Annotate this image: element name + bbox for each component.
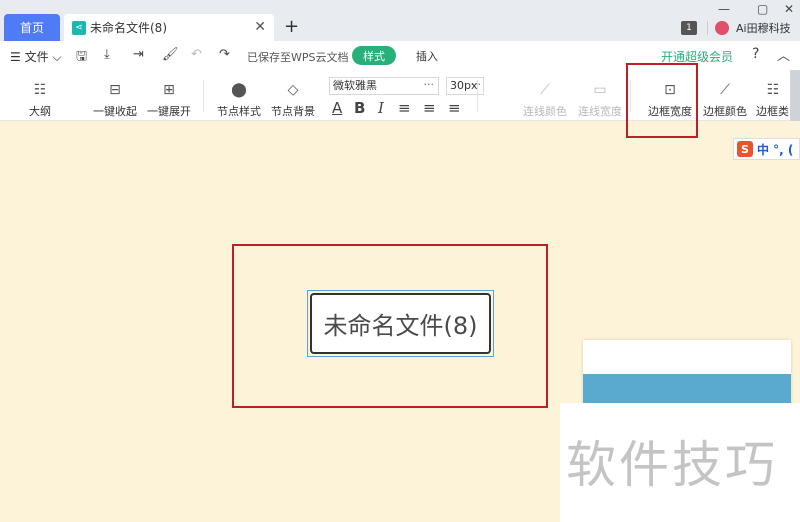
expand-all-button[interactable]: ⊞ 一键展开 xyxy=(146,70,192,121)
avatar[interactable] xyxy=(715,21,729,35)
undo-icon[interactable]: ↶ xyxy=(191,47,202,62)
add-tab-icon[interactable]: + xyxy=(284,16,299,37)
border-color-icon: ⟋ xyxy=(720,82,730,98)
window-close-icon[interactable]: ✕ xyxy=(784,2,794,16)
highlight-border-width xyxy=(626,63,698,138)
collapse-icon: ⊟ xyxy=(109,82,121,98)
border-color-button[interactable]: ⟋ 边框颜色 xyxy=(702,70,748,121)
tab-style[interactable]: 样式 xyxy=(352,46,396,65)
collapse-ribbon-icon[interactable]: ︿ xyxy=(777,45,790,64)
align-right-icon[interactable]: ≡ xyxy=(448,99,461,117)
panel-header xyxy=(583,374,791,404)
outline-icon: ☷ xyxy=(33,82,47,98)
tab-document[interactable]: ⋖ 未命名文件(8) ✕ xyxy=(64,14,274,41)
mindmap-icon: ⋖ xyxy=(72,20,86,35)
line-color-button[interactable]: ⟋ 连线颜色 xyxy=(522,70,568,121)
help-icon[interactable]: ? xyxy=(752,46,759,62)
line-width-button[interactable]: ▭ 连线宽度 xyxy=(577,70,623,121)
export-icon[interactable]: ⇥ xyxy=(133,47,144,62)
border-type-button[interactable]: ☷ 边框类 xyxy=(756,70,790,121)
node-style-icon: ⬤ xyxy=(231,82,247,98)
toolbar-scroll[interactable] xyxy=(790,70,800,121)
divider xyxy=(477,80,478,112)
user-name[interactable]: Ai田穆科技 xyxy=(736,20,791,36)
expand-icon: ⊞ xyxy=(163,82,175,98)
align-left-icon[interactable]: ≡ xyxy=(398,99,411,117)
outline-button[interactable]: ☷ 大纲 xyxy=(24,70,56,121)
tab-document-label: 未命名文件(8) xyxy=(90,21,167,35)
divider xyxy=(707,21,708,35)
format-painter-icon[interactable]: 🖌 xyxy=(162,47,179,62)
tab-insert[interactable]: 插入 xyxy=(416,48,438,64)
font-family-select[interactable]: 微软雅黑 ··· xyxy=(329,77,439,95)
download-icon[interactable]: ⤓ xyxy=(104,47,110,62)
node-background-button[interactable]: ◇ 节点背景 xyxy=(270,70,316,121)
ime-toolbar[interactable]: S 中 °, ( xyxy=(733,138,800,160)
redo-icon[interactable]: ↷ xyxy=(219,47,230,62)
close-tab-icon[interactable]: ✕ xyxy=(254,19,266,35)
collapse-all-button[interactable]: ⊟ 一键收起 xyxy=(92,70,138,121)
node-style-button[interactable]: ⬤ 节点样式 xyxy=(216,70,262,121)
notification-badge[interactable]: 1 xyxy=(681,21,697,35)
bold-button[interactable]: B xyxy=(354,99,365,117)
paint-bucket-icon: ◇ xyxy=(287,82,299,98)
italic-button[interactable]: I xyxy=(378,99,384,117)
more-icon: ··· xyxy=(423,78,435,91)
maximize-icon[interactable]: ▢ xyxy=(757,2,768,16)
divider xyxy=(203,80,204,112)
minimize-icon[interactable]: — xyxy=(718,2,730,16)
title-bar: 首页 ⋖ 未命名文件(8) ✕ + — ▢ ✕ 1 Ai田穆科技 xyxy=(0,0,800,41)
file-menu[interactable]: ☰ 文件 ⌵ xyxy=(10,48,61,65)
align-center-icon[interactable]: ≡ xyxy=(423,99,436,117)
root-node-text: 未命名文件(8) xyxy=(323,312,478,340)
more-icon: ··· xyxy=(470,78,482,91)
save-icon[interactable]: 🖫 xyxy=(76,47,87,69)
root-node[interactable]: 未命名文件(8) xyxy=(310,293,491,354)
watermark: 软件技巧 xyxy=(566,436,778,494)
sogou-icon: S xyxy=(737,141,753,157)
line-width-icon: ▭ xyxy=(593,82,607,98)
font-size-select[interactable]: 30px ··· xyxy=(446,77,484,95)
tab-home[interactable]: 首页 xyxy=(4,14,60,41)
line-color-icon: ⟋ xyxy=(540,82,550,98)
border-type-icon: ☷ xyxy=(766,82,780,98)
font-color-button[interactable]: A xyxy=(332,99,342,117)
save-status: 已保存至WPS云文档 xyxy=(247,51,349,64)
